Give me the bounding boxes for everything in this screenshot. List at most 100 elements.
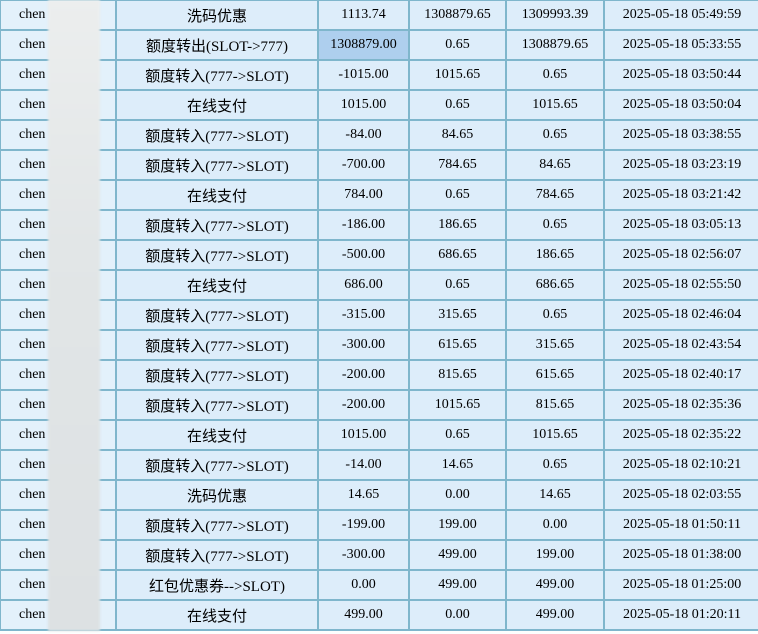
amount-cell[interactable]: -200.00: [317, 359, 410, 391]
amount-cell[interactable]: 0.00: [317, 569, 410, 601]
type-cell[interactable]: 在线支付: [115, 269, 319, 301]
time-cell[interactable]: 2025-05-18 05:33:55: [603, 29, 758, 61]
type-cell[interactable]: 额度转出(SLOT->777): [115, 29, 319, 61]
amount-cell[interactable]: -84.00: [317, 119, 410, 151]
time-cell[interactable]: 2025-05-18 03:05:13: [603, 209, 758, 241]
type-cell[interactable]: 在线支付: [115, 599, 319, 631]
type-cell[interactable]: 额度转入(777->SLOT): [115, 389, 319, 421]
amount-cell[interactable]: -315.00: [317, 299, 410, 331]
type-cell[interactable]: 额度转入(777->SLOT): [115, 449, 319, 481]
balance-after-cell[interactable]: 199.00: [505, 539, 605, 571]
time-cell[interactable]: 2025-05-18 01:25:00: [603, 569, 758, 601]
balance-before-cell[interactable]: 615.65: [408, 329, 507, 361]
balance-after-cell[interactable]: 186.65: [505, 239, 605, 271]
type-cell[interactable]: 额度转入(777->SLOT): [115, 329, 319, 361]
balance-before-cell[interactable]: 1015.65: [408, 389, 507, 421]
balance-before-cell[interactable]: 1015.65: [408, 59, 507, 91]
amount-cell[interactable]: -500.00: [317, 239, 410, 271]
balance-before-cell[interactable]: 199.00: [408, 509, 507, 541]
amount-cell[interactable]: -14.00: [317, 449, 410, 481]
balance-before-cell[interactable]: 1308879.65: [408, 0, 507, 31]
balance-after-cell[interactable]: 0.65: [505, 299, 605, 331]
amount-cell[interactable]: -199.00: [317, 509, 410, 541]
username-cell[interactable]: chen: [0, 359, 117, 391]
balance-after-cell[interactable]: 1015.65: [505, 419, 605, 451]
time-cell[interactable]: 2025-05-18 02:10:21: [603, 449, 758, 481]
time-cell[interactable]: 2025-05-18 03:38:55: [603, 119, 758, 151]
amount-cell[interactable]: -1015.00: [317, 59, 410, 91]
balance-after-cell[interactable]: 0.65: [505, 119, 605, 151]
balance-after-cell[interactable]: 499.00: [505, 569, 605, 601]
balance-before-cell[interactable]: 0.65: [408, 419, 507, 451]
username-cell[interactable]: chen: [0, 539, 117, 571]
time-cell[interactable]: 2025-05-18 01:50:11: [603, 509, 758, 541]
balance-before-cell[interactable]: 815.65: [408, 359, 507, 391]
balance-before-cell[interactable]: 0.00: [408, 599, 507, 631]
username-cell[interactable]: chen: [0, 389, 117, 421]
balance-after-cell[interactable]: 1308879.65: [505, 29, 605, 61]
balance-after-cell[interactable]: 315.65: [505, 329, 605, 361]
time-cell[interactable]: 2025-05-18 02:35:22: [603, 419, 758, 451]
username-cell[interactable]: chen: [0, 29, 117, 61]
balance-before-cell[interactable]: 784.65: [408, 149, 507, 181]
time-cell[interactable]: 2025-05-18 02:46:04: [603, 299, 758, 331]
time-cell[interactable]: 2025-05-18 03:50:04: [603, 89, 758, 121]
time-cell[interactable]: 2025-05-18 03:50:44: [603, 59, 758, 91]
amount-cell[interactable]: 14.65: [317, 479, 410, 511]
username-cell[interactable]: chen: [0, 299, 117, 331]
balance-after-cell[interactable]: 0.00: [505, 509, 605, 541]
balance-before-cell[interactable]: 315.65: [408, 299, 507, 331]
type-cell[interactable]: 额度转入(777->SLOT): [115, 209, 319, 241]
time-cell[interactable]: 2025-05-18 02:40:17: [603, 359, 758, 391]
amount-cell[interactable]: -200.00: [317, 389, 410, 421]
type-cell[interactable]: 额度转入(777->SLOT): [115, 299, 319, 331]
type-cell[interactable]: 在线支付: [115, 419, 319, 451]
type-cell[interactable]: 额度转入(777->SLOT): [115, 59, 319, 91]
time-cell[interactable]: 2025-05-18 02:56:07: [603, 239, 758, 271]
balance-before-cell[interactable]: 499.00: [408, 569, 507, 601]
balance-before-cell[interactable]: 14.65: [408, 449, 507, 481]
type-cell[interactable]: 额度转入(777->SLOT): [115, 359, 319, 391]
username-cell[interactable]: chen: [0, 419, 117, 451]
username-cell[interactable]: chen: [0, 119, 117, 151]
type-cell[interactable]: 额度转入(777->SLOT): [115, 509, 319, 541]
balance-before-cell[interactable]: 686.65: [408, 239, 507, 271]
balance-before-cell[interactable]: 0.65: [408, 29, 507, 61]
type-cell[interactable]: 在线支付: [115, 179, 319, 211]
username-cell[interactable]: chen: [0, 209, 117, 241]
time-cell[interactable]: 2025-05-18 02:43:54: [603, 329, 758, 361]
balance-before-cell[interactable]: 499.00: [408, 539, 507, 571]
time-cell[interactable]: 2025-05-18 01:20:11: [603, 599, 758, 631]
amount-cell[interactable]: -186.00: [317, 209, 410, 241]
balance-after-cell[interactable]: 14.65: [505, 479, 605, 511]
amount-cell[interactable]: 784.00: [317, 179, 410, 211]
balance-after-cell[interactable]: 815.65: [505, 389, 605, 421]
amount-cell[interactable]: 499.00: [317, 599, 410, 631]
balance-after-cell[interactable]: 0.65: [505, 209, 605, 241]
time-cell[interactable]: 2025-05-18 01:38:00: [603, 539, 758, 571]
balance-before-cell[interactable]: 0.65: [408, 179, 507, 211]
username-cell[interactable]: chen: [0, 479, 117, 511]
balance-after-cell[interactable]: 1309993.39: [505, 0, 605, 31]
balance-after-cell[interactable]: 1015.65: [505, 89, 605, 121]
type-cell[interactable]: 额度转入(777->SLOT): [115, 149, 319, 181]
balance-before-cell[interactable]: 0.00: [408, 479, 507, 511]
balance-after-cell[interactable]: 615.65: [505, 359, 605, 391]
amount-cell[interactable]: -300.00: [317, 329, 410, 361]
balance-after-cell[interactable]: 499.00: [505, 599, 605, 631]
time-cell[interactable]: 2025-05-18 05:49:59: [603, 0, 758, 31]
balance-after-cell[interactable]: 84.65: [505, 149, 605, 181]
username-cell[interactable]: chen: [0, 569, 117, 601]
time-cell[interactable]: 2025-05-18 02:03:55: [603, 479, 758, 511]
type-cell[interactable]: 洗码优惠: [115, 0, 319, 31]
balance-before-cell[interactable]: 0.65: [408, 89, 507, 121]
type-cell[interactable]: 在线支付: [115, 89, 319, 121]
username-cell[interactable]: chen: [0, 59, 117, 91]
balance-after-cell[interactable]: 0.65: [505, 449, 605, 481]
username-cell[interactable]: chen: [0, 449, 117, 481]
amount-cell[interactable]: -700.00: [317, 149, 410, 181]
amount-cell[interactable]: 1113.74: [317, 0, 410, 31]
username-cell[interactable]: chen: [0, 239, 117, 271]
type-cell[interactable]: 额度转入(777->SLOT): [115, 119, 319, 151]
balance-after-cell[interactable]: 686.65: [505, 269, 605, 301]
